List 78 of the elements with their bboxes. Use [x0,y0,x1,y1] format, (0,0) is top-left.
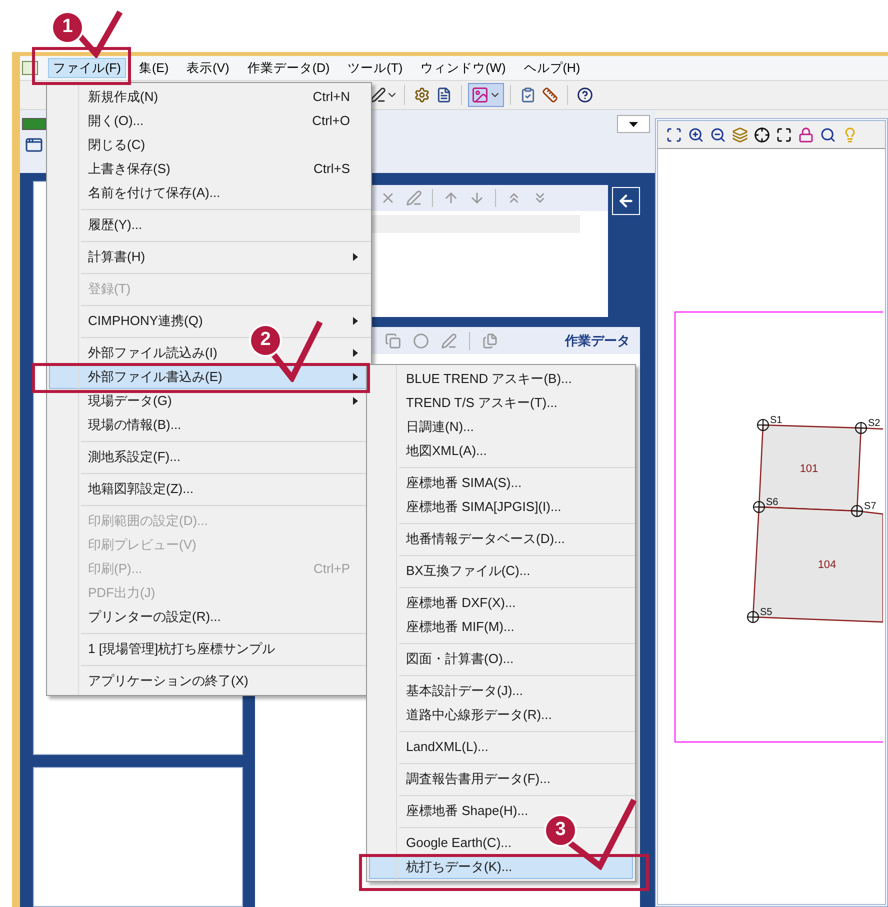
menu-item[interactable]: 1 [現場管理]杭打ち座標サンプル [49,637,369,661]
search-icon[interactable] [820,126,836,142]
menu-item[interactable]: 履歴(Y)... [49,213,369,237]
survey-point-icon [747,611,759,623]
menu-bar-item[interactable]: ファイル(F) [48,58,126,78]
menu-bar-item[interactable]: ウィンドウ(W) [416,58,511,78]
zoom-in-icon[interactable] [688,126,704,142]
caret-icon [629,122,638,126]
menu-item[interactable]: 計算書(H) [49,245,369,269]
survey-point-icon [851,505,863,517]
crosshair-icon[interactable] [754,126,770,142]
lock-icon[interactable] [798,126,814,142]
clipboard-check-icon[interactable] [520,87,536,103]
step-badge: 3 [546,816,575,845]
submenu-arrow-icon [353,317,358,325]
menu-item[interactable]: 座標地番 SIMA[JPGIS](I)... [369,495,633,519]
menu-item[interactable]: 日調連(N)... [369,415,633,439]
survey-point-icon [753,501,765,513]
menu-item[interactable]: 調査報告書用データ(F)... [369,767,633,791]
menu-item[interactable]: LandXML(L)... [369,735,633,759]
menu-item[interactable]: BX互換ファイル(C)... [369,559,633,583]
menu-item[interactable]: 現場データ(G) [49,389,369,413]
pen-icon[interactable] [370,87,386,103]
menu-item[interactable]: 外部ファイル書込み(E) [49,365,369,389]
ruler-icon[interactable] [542,87,558,103]
menu-item[interactable]: 地図XML(A)... [369,439,633,463]
menu-item[interactable]: アプリケーションの終了(X) [49,669,369,693]
step-badge: 1 [53,13,82,42]
image-dropdown-button[interactable] [468,83,504,107]
menu-bar-item[interactable]: ヘルプ(H) [518,58,586,78]
menu-item[interactable]: 名前を付けて保存(A)... [49,181,369,205]
point-label: S1 [770,415,782,426]
document-icon[interactable] [436,87,452,103]
submenu-arrow-icon [353,397,358,405]
menu-item[interactable]: 基本設計データ(J)... [369,679,633,703]
survey-point-icon [757,419,769,431]
menu-item[interactable]: 図面・計算書(O)... [369,647,633,671]
point-label: S2 [868,418,880,429]
menu-item[interactable]: 道路中心線形データ(R)... [369,703,633,727]
color-swatch-icon [22,118,46,130]
submenu-arrow-icon [353,373,358,381]
zoom-out-icon[interactable] [710,126,726,142]
menu-item[interactable]: 座標地番 SIMA(S)... [369,471,633,495]
menu-bar-item[interactable]: ツール(T) [342,58,408,78]
parcel-number: 101 [800,463,818,475]
point-label: S7 [864,501,876,512]
menu-item[interactable]: 座標地番 MIF(M)... [369,615,633,639]
menu-item[interactable]: 現場の情報(B)... [49,413,369,437]
submenu-arrow-icon [353,253,358,261]
menu-bar-item[interactable]: 表示(V) [182,58,234,78]
menu-item[interactable]: 地番情報データベース(D)... [369,527,633,551]
point-label: S6 [766,497,778,508]
menu-item[interactable]: 新規作成(N) Ctrl+N [49,85,369,109]
menu-bar-item[interactable]: 集(E) [134,58,174,78]
panel-title: 作業データ [565,332,630,350]
check-mark-icon [270,318,324,382]
back-button[interactable] [612,187,640,215]
menu-item[interactable]: TREND T/S アスキー(T)... [369,391,633,415]
fit-icon[interactable] [776,126,792,142]
menu-item[interactable]: 座標地番 DXF(X)... [369,591,633,615]
picture-icon [471,86,489,104]
menu-item[interactable]: プリンターの設定(R)... [49,605,369,629]
point-label: S5 [760,607,772,618]
menu-bar-item[interactable]: 作業データ(D) [242,58,335,78]
submenu-arrow-icon [353,349,358,357]
layers-icon[interactable] [732,126,748,142]
parcel-number: 104 [818,559,836,571]
menu-item[interactable]: 開く(O)... Ctrl+O [49,109,369,133]
survey-point-icon [855,422,867,434]
menu-item[interactable]: 地籍図郭設定(Z)... [49,477,369,501]
menu-item[interactable]: 閉じる(C) [49,133,369,157]
menu-item[interactable]: BLUE TREND アスキー(B)... [369,367,633,391]
help-icon[interactable] [577,87,593,103]
dropdown-button[interactable] [617,115,650,133]
step-badge: 2 [251,326,280,355]
menu-item[interactable]: 上書き保存(S) Ctrl+S [49,157,369,181]
check-mark-icon [566,796,638,870]
menu-item[interactable]: 測地系設定(F)... [49,445,369,469]
